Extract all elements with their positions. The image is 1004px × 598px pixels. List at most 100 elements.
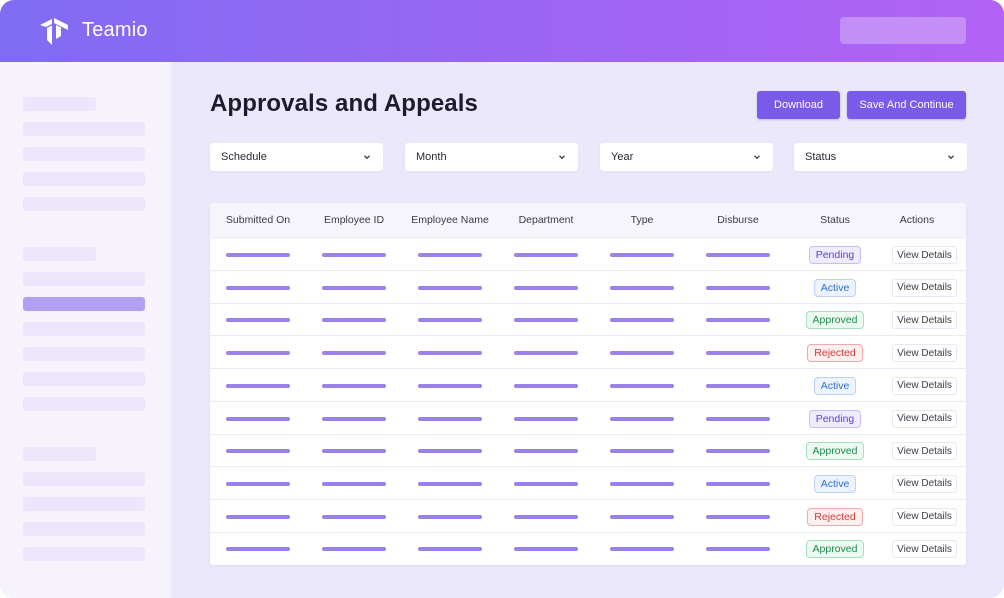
table-row: Rejected View Details	[210, 500, 966, 533]
cell-placeholder-department	[514, 416, 578, 421]
cell-placeholder-employee-name	[418, 285, 482, 290]
cell-placeholder-employee-id	[322, 449, 386, 454]
table-row: Approved View Details	[210, 434, 966, 468]
year-dropdown[interactable]: Year	[600, 143, 773, 171]
status-dropdown[interactable]: Status	[794, 143, 967, 171]
cell-placeholder-type	[610, 547, 674, 552]
column-header-actions: Actions	[899, 214, 935, 226]
cell-placeholder-employee-name	[418, 481, 482, 486]
status-badge: Pending	[808, 409, 862, 428]
cell-placeholder-disburse	[706, 449, 770, 454]
column-header-employee-id: Employee ID	[323, 214, 385, 226]
sidebar-item[interactable]	[23, 547, 145, 561]
cell-placeholder-department	[514, 285, 578, 290]
cell-placeholder-type	[610, 481, 674, 486]
cell-placeholder-department	[514, 547, 578, 552]
sidebar-section-heading	[23, 247, 96, 261]
table-row: Pending View Details	[210, 402, 966, 435]
cell-placeholder-disburse	[706, 547, 770, 552]
cell-placeholder-submitted-on	[226, 383, 290, 388]
cell-placeholder-submitted-on	[226, 481, 290, 486]
table-row: Active View Details	[210, 271, 966, 304]
cell-placeholder-employee-id	[322, 416, 386, 421]
view-details-button[interactable]: View Details	[892, 278, 957, 297]
cell-placeholder-employee-id	[322, 383, 386, 388]
sidebar-section-heading	[23, 447, 96, 461]
table-row: Approved View Details	[210, 303, 966, 337]
cell-placeholder-type	[610, 383, 674, 388]
column-header-submitted-on: Submitted On	[225, 214, 291, 226]
cell-placeholder-employee-name	[418, 547, 482, 552]
cell-placeholder-employee-name	[418, 449, 482, 454]
cell-placeholder-disburse	[706, 318, 770, 323]
view-details-button[interactable]: View Details	[892, 246, 957, 264]
view-details-button[interactable]: View Details	[892, 344, 957, 363]
table-row: Pending View Details	[210, 238, 966, 271]
view-details-button[interactable]: View Details	[892, 442, 957, 461]
status-badge: Approved	[805, 540, 865, 559]
view-details-button[interactable]: View Details	[892, 376, 957, 395]
dropdown-label: Schedule	[221, 151, 267, 163]
cell-placeholder-disburse	[706, 351, 770, 356]
approvals-table: Submitted On Employee ID Employee Name Depa…	[210, 203, 966, 565]
table-header: Submitted On Employee ID Employee Name Depa…	[210, 203, 966, 238]
sidebar-item[interactable]	[23, 272, 145, 286]
sidebar-item[interactable]	[23, 347, 145, 361]
sidebar-item[interactable]	[23, 472, 145, 486]
view-details-button[interactable]: View Details	[892, 507, 957, 526]
main-content: Approvals and Appeals Download Save And …	[171, 62, 1004, 598]
status-badge: Rejected	[807, 507, 863, 526]
cell-placeholder-submitted-on	[226, 318, 290, 323]
cell-placeholder-department	[514, 318, 578, 323]
view-details-button[interactable]: View Details	[892, 474, 957, 493]
sidebar-section-heading	[23, 97, 96, 111]
dropdown-label: Year	[611, 151, 634, 163]
sidebar-item[interactable]	[23, 122, 145, 136]
cell-placeholder-disburse	[706, 383, 770, 388]
sidebar-item[interactable]	[23, 497, 145, 511]
cell-placeholder-employee-name	[418, 318, 482, 323]
header-placeholder-pill[interactable]	[840, 17, 966, 44]
cell-placeholder-employee-id	[322, 547, 386, 552]
cell-placeholder-submitted-on	[226, 351, 290, 356]
sidebar-item[interactable]	[23, 322, 145, 336]
status-badge: Approved	[805, 442, 865, 461]
sidebar-item[interactable]	[23, 147, 145, 161]
cell-placeholder-disburse	[706, 285, 770, 290]
table-row: Active View Details	[210, 467, 966, 500]
dropdown-label: Month	[416, 151, 447, 163]
cell-placeholder-submitted-on	[226, 253, 290, 257]
sidebar-item-active[interactable]	[23, 297, 145, 311]
cell-placeholder-department	[514, 253, 578, 257]
cell-placeholder-department	[514, 351, 578, 356]
sidebar-item[interactable]	[23, 197, 145, 211]
cell-placeholder-employee-id	[322, 318, 386, 323]
view-details-button[interactable]: View Details	[892, 540, 957, 559]
save-and-continue-button[interactable]: Save And Continue	[847, 91, 966, 119]
cell-placeholder-department	[514, 383, 578, 388]
status-badge: Rejected	[807, 344, 863, 363]
chevron-down-icon	[948, 155, 954, 160]
month-dropdown[interactable]: Month	[405, 143, 578, 171]
view-details-button[interactable]: View Details	[892, 409, 957, 428]
status-badge: Active	[813, 278, 857, 297]
cell-placeholder-employee-name	[418, 351, 482, 356]
cell-placeholder-type	[610, 253, 674, 257]
cell-placeholder-type	[610, 318, 674, 323]
cell-placeholder-employee-id	[322, 514, 386, 519]
sidebar-item[interactable]	[23, 522, 145, 536]
sidebar-item[interactable]	[23, 372, 145, 386]
download-button[interactable]: Download	[757, 91, 840, 119]
view-details-button[interactable]: View Details	[892, 311, 957, 330]
status-badge: Active	[813, 474, 857, 493]
sidebar-item[interactable]	[23, 397, 145, 411]
schedule-dropdown[interactable]: Schedule	[210, 143, 383, 171]
cell-placeholder-employee-id	[322, 351, 386, 356]
brand-name: Teamio	[82, 19, 148, 41]
cell-placeholder-submitted-on	[226, 285, 290, 290]
cell-placeholder-department	[514, 514, 578, 519]
sidebar-item[interactable]	[23, 172, 145, 186]
app-window: Teamio Approvals and Appeals Download Sa…	[0, 0, 1004, 598]
cell-placeholder-submitted-on	[226, 514, 290, 519]
chevron-down-icon	[559, 155, 565, 160]
